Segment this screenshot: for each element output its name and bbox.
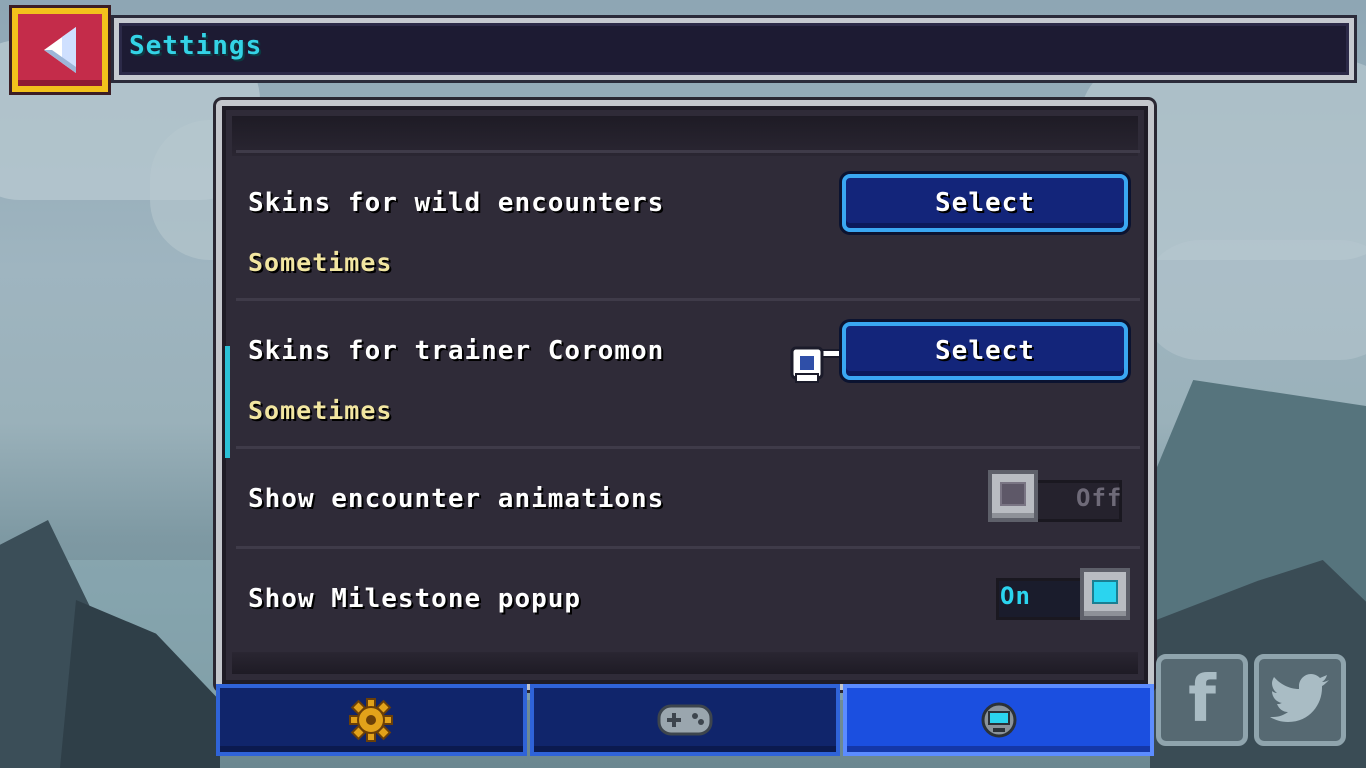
tab-general[interactable] (216, 684, 527, 756)
tab-bar (216, 684, 1155, 756)
divider (236, 546, 1140, 549)
select-button-trainer-skins[interactable]: Select (842, 322, 1128, 380)
facebook-button[interactable]: f (1156, 654, 1248, 746)
setting-label-milestone-popup: Show Milestone popup (248, 584, 582, 614)
title-bar: Settings (114, 18, 1354, 80)
page-title: Settings (129, 31, 263, 61)
facebook-icon: f (1188, 663, 1216, 737)
setting-value-trainer-skins: Sometimes (248, 396, 393, 425)
gamepad-icon (657, 704, 713, 736)
settings-panel: Skins for wild encounters Sometimes Sele… (216, 100, 1154, 690)
tab-controls[interactable] (529, 684, 841, 756)
toggle-encounter-animations[interactable]: Off (988, 470, 1130, 532)
twitter-button[interactable] (1254, 654, 1346, 746)
divider (236, 446, 1140, 449)
toggle-milestone-popup[interactable]: On (988, 568, 1130, 630)
hand-pointer-icon (790, 346, 845, 383)
select-button-wild-skins[interactable]: Select (842, 174, 1128, 232)
triangle-left-icon (44, 27, 76, 73)
tab-display[interactable] (843, 684, 1155, 756)
divider (236, 150, 1140, 153)
toggle-knob (988, 470, 1038, 522)
monitor-icon (981, 702, 1017, 738)
scrollbar[interactable] (225, 346, 230, 458)
divider (236, 298, 1140, 301)
setting-label-trainer-skins: Skins for trainer Coromon (248, 336, 665, 366)
toggle-knob (1080, 568, 1130, 620)
twitter-icon (1270, 674, 1329, 722)
toggle-state-text: Off (1076, 484, 1123, 512)
toggle-state-text: On (1000, 582, 1031, 610)
setting-value-wild-skins: Sometimes (248, 248, 393, 277)
back-button[interactable] (12, 8, 108, 92)
setting-label-wild-skins: Skins for wild encounters (248, 188, 665, 218)
setting-label-encounter-animations: Show encounter animations (248, 484, 665, 514)
gear-icon (349, 698, 394, 742)
